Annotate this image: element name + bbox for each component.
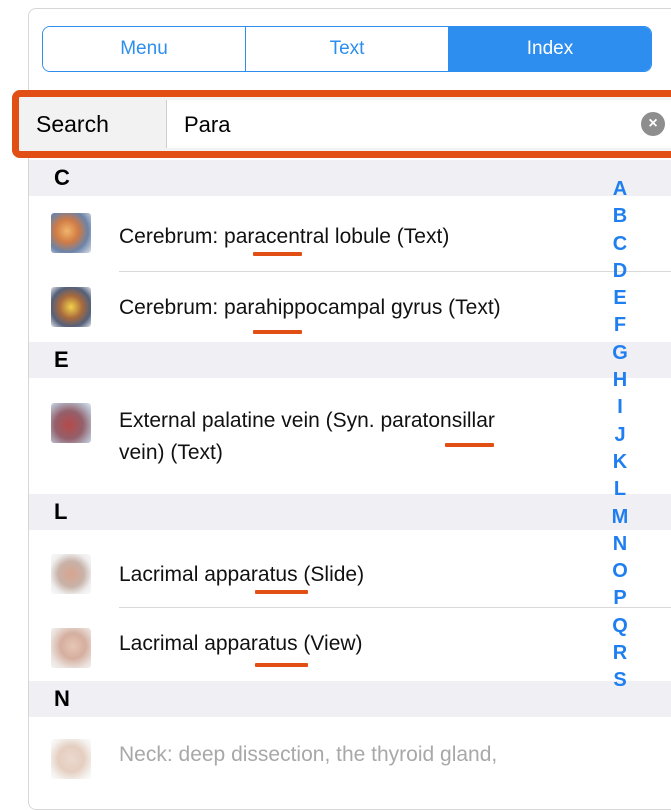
list-item[interactable]: Cerebrum: parahippocampal gyrus (Text) xyxy=(29,272,671,342)
thumbnail-image xyxy=(51,403,91,443)
list-item[interactable]: Neck: deep dissection, the thyroid gland… xyxy=(29,717,671,785)
index-letter-o[interactable]: O xyxy=(612,558,628,585)
list-item-label: Cerebrum: parahippocampal gyrus (Text) xyxy=(119,296,501,319)
index-letter-f[interactable]: F xyxy=(614,312,626,339)
tab-index[interactable]: Index xyxy=(449,27,651,71)
thumbnail-image xyxy=(51,628,91,668)
index-letter-i[interactable]: I xyxy=(617,394,623,421)
list-item[interactable]: External palatine vein (Syn. paratonsill… xyxy=(29,378,671,494)
section-letter: N xyxy=(54,686,70,711)
alphabet-index: A B C D E F G H I J K L M N O P Q R S xyxy=(606,176,634,695)
section-header-c: C xyxy=(29,160,671,196)
index-letter-q[interactable]: Q xyxy=(612,613,628,640)
tab-text[interactable]: Text xyxy=(246,27,449,71)
index-letter-m[interactable]: M xyxy=(612,504,629,531)
thumbnail-image xyxy=(51,739,91,779)
thumbnail-image xyxy=(51,213,91,253)
section-header-l: L xyxy=(29,494,671,530)
index-letter-e[interactable]: E xyxy=(613,285,626,312)
list-item-label: Lacrimal apparatus (View) xyxy=(119,632,363,655)
index-letter-c[interactable]: C xyxy=(613,231,627,258)
list-item-label: Neck: deep dissection, the thyroid gland… xyxy=(119,743,498,766)
search-label: Search xyxy=(36,111,109,137)
index-letter-s[interactable]: S xyxy=(613,667,626,694)
index-letter-h[interactable]: H xyxy=(613,367,627,394)
list-item-label: Lacrimal apparatus (Slide) xyxy=(119,563,365,586)
search-input[interactable] xyxy=(182,108,626,142)
section-letter: E xyxy=(54,347,69,372)
section-header-n: N xyxy=(29,681,671,717)
list-item[interactable]: Cerebrum: paracentral lobule (Text) xyxy=(29,196,671,271)
index-letter-j[interactable]: J xyxy=(614,422,625,449)
match-underline xyxy=(445,443,494,447)
list-item[interactable]: Lacrimal apparatus (Slide) xyxy=(29,530,671,607)
list-item[interactable]: Lacrimal apparatus (View) xyxy=(29,608,671,681)
index-letter-n[interactable]: N xyxy=(613,531,627,558)
search-bar: Search × xyxy=(12,90,671,158)
list-item-label: Cerebrum: paracentral lobule (Text) xyxy=(119,225,450,248)
tab-menu[interactable]: Menu xyxy=(43,27,246,71)
section-letter: L xyxy=(54,499,68,524)
list-item-label-line2: vein) (Text) xyxy=(119,441,223,464)
clear-search-icon[interactable]: × xyxy=(641,112,665,136)
match-underline xyxy=(253,330,302,334)
match-underline xyxy=(253,252,302,256)
index-letter-l[interactable]: L xyxy=(614,476,626,503)
thumbnail-image xyxy=(51,287,91,327)
index-letter-a[interactable]: A xyxy=(613,176,627,203)
index-letter-r[interactable]: R xyxy=(613,640,627,667)
index-letter-p[interactable]: P xyxy=(613,585,626,612)
index-letter-b[interactable]: B xyxy=(613,203,627,230)
index-letter-g[interactable]: G xyxy=(612,340,628,367)
index-letter-d[interactable]: D xyxy=(613,258,627,285)
section-header-e: E xyxy=(29,342,671,378)
view-segmented-control: Menu Text Index xyxy=(42,26,652,72)
list-item-label-line1: External palatine vein (Syn. paratonsill… xyxy=(119,409,495,432)
thumbnail-image xyxy=(51,554,91,594)
index-letter-k[interactable]: K xyxy=(613,449,627,476)
match-underline xyxy=(255,663,308,667)
search-field-box: × xyxy=(166,100,671,148)
section-letter: C xyxy=(54,165,70,190)
match-underline xyxy=(255,590,308,594)
